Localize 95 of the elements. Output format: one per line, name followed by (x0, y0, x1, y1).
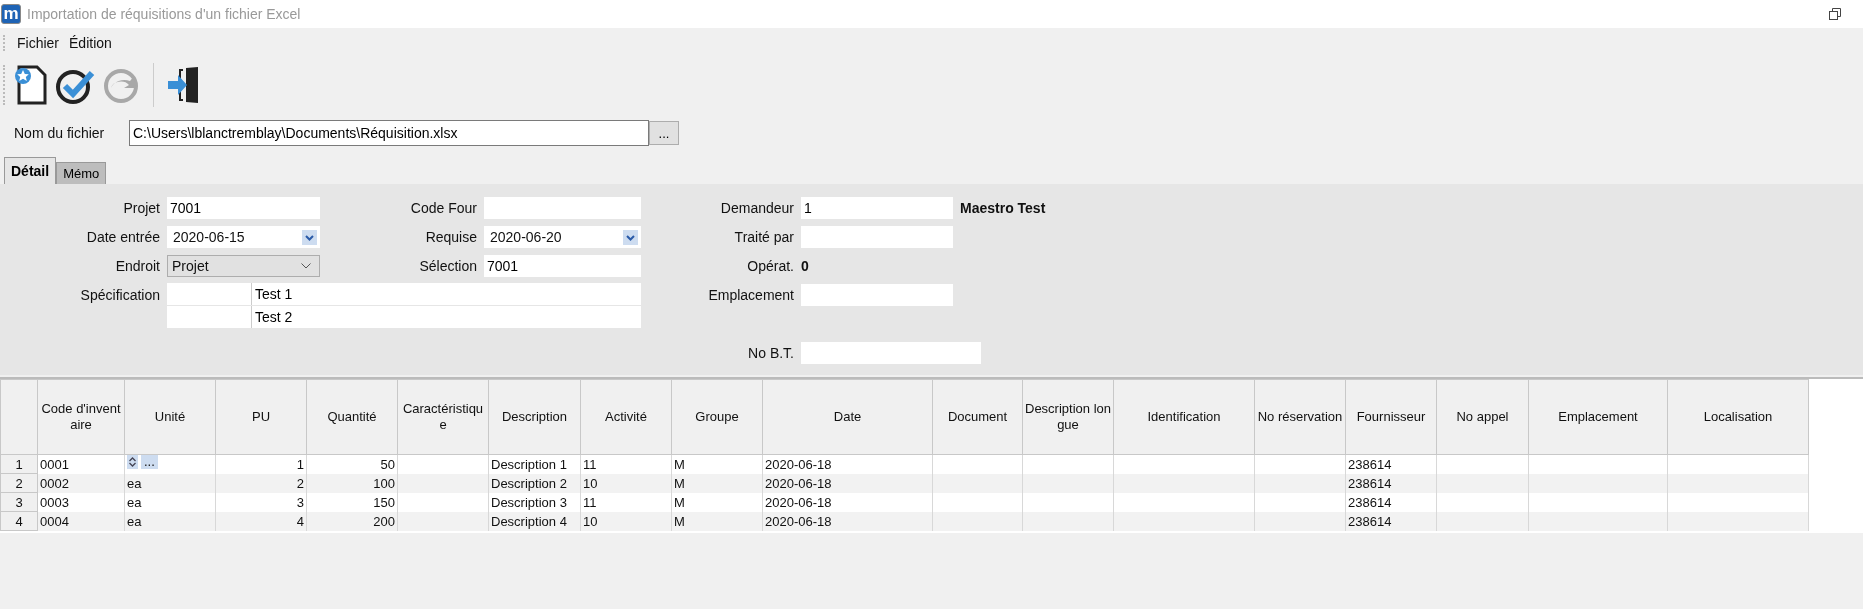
table-cell: 238614 (1345, 454, 1437, 474)
table-cell: ea (124, 473, 216, 493)
column-header[interactable]: PU (215, 379, 307, 455)
new-document-icon[interactable] (13, 64, 49, 106)
table-cell: M (671, 473, 763, 493)
field-label: Code Four (409, 200, 477, 216)
field-label: Opérat. (746, 258, 794, 274)
field-label: Date entrée (85, 229, 160, 245)
table-cell: 200 (306, 511, 398, 531)
selection-field[interactable]: 7001 (484, 255, 641, 277)
table-cell: ea (124, 511, 216, 531)
specification-code-field[interactable] (167, 306, 252, 328)
field-label: Requise (424, 229, 477, 245)
processed-by-field[interactable] (801, 226, 953, 248)
table-cell: 150 (306, 492, 398, 512)
table-cell: 0001 (37, 454, 125, 474)
column-header[interactable]: Unité (124, 379, 216, 455)
file-name-label: Nom du fichier (13, 125, 106, 141)
field-label: Sélection (418, 258, 477, 274)
column-header[interactable]: Date (762, 379, 933, 455)
field-label: Endroit (114, 258, 160, 274)
field-label: No B.T. (747, 345, 794, 361)
table-cell: 2 (215, 473, 307, 493)
table-cell: 11 (580, 454, 672, 474)
column-header[interactable]: Groupe (671, 379, 763, 455)
requester-name: Maestro Test (960, 200, 1047, 216)
table-cell: 2020-06-18 (762, 492, 933, 512)
field-label: Projet (122, 200, 160, 216)
table-cell: 238614 (1345, 511, 1437, 531)
field-label: Demandeur (719, 200, 794, 216)
tab[interactable]: Détail (4, 157, 57, 184)
table-cell: 0002 (37, 473, 125, 493)
window-title: Importation de réquisitions d'un fichier Excel (27, 6, 301, 22)
table-cell: M (671, 454, 763, 474)
table-cell: Description 4 (488, 511, 581, 531)
unit-cell-editor[interactable]: ... (124, 454, 216, 474)
column-header[interactable]: Localisation (1667, 379, 1809, 455)
ellipsis-button[interactable]: ... (141, 455, 158, 470)
table-cell: M (671, 511, 763, 531)
table-cell: 11 (580, 492, 672, 512)
table-cell: 2020-06-18 (762, 511, 933, 531)
table-cell: Description 2 (488, 473, 581, 493)
column-header[interactable]: Quantité (306, 379, 398, 455)
tab[interactable]: Mémo (56, 162, 107, 184)
column-header[interactable]: Caractéristique (397, 379, 489, 455)
supplier-code-field[interactable] (484, 197, 641, 219)
table-cell: Description 3 (488, 492, 581, 512)
specification-code-field[interactable] (167, 283, 252, 305)
table-cell: M (671, 492, 763, 512)
specification-field[interactable]: Test 2 (252, 306, 641, 328)
table-cell: 2020-06-18 (762, 473, 933, 493)
restore-icon[interactable] (1829, 8, 1841, 20)
column-header[interactable]: Code d'inventaire (37, 379, 125, 455)
table-cell: 10 (580, 511, 672, 531)
chevron-down-icon (301, 263, 311, 269)
browse-button[interactable]: ... (649, 121, 679, 145)
table-cell: 238614 (1345, 492, 1437, 512)
menu-item[interactable]: Édition (69, 35, 112, 51)
table-cell: 100 (306, 473, 398, 493)
project-field[interactable]: 7001 (167, 197, 320, 219)
operation-value: 0 (801, 258, 810, 274)
table-cell: 0004 (37, 511, 125, 531)
work-order-field[interactable] (801, 342, 981, 364)
location-field[interactable] (801, 284, 953, 306)
column-header[interactable]: Emplacement (1528, 379, 1668, 455)
table-cell: ea (124, 492, 216, 512)
spinner-icon[interactable] (127, 455, 138, 470)
table-cell: 4 (215, 511, 307, 531)
location-dropdown[interactable]: Projet (167, 255, 320, 277)
menu-item[interactable]: Fichier (17, 35, 59, 51)
column-header[interactable]: Description longue (1022, 379, 1114, 455)
table-cell: 1 (215, 454, 307, 474)
field-label: Emplacement (707, 287, 794, 303)
required-date-picker[interactable]: 2020-06-20 (484, 226, 641, 248)
file-path-field[interactable]: C:\Users\lblanctremblay\Documents\Réquisition.xlsx (129, 120, 649, 146)
column-header[interactable]: No réservation (1254, 379, 1346, 455)
table-cell: 50 (306, 454, 398, 474)
requester-field[interactable]: 1 (801, 197, 953, 219)
table-cell: 0003 (37, 492, 125, 512)
specification-field[interactable]: Test 1 (252, 283, 641, 305)
column-header[interactable]: Description (488, 379, 581, 455)
app-logo-icon: m (1, 4, 21, 24)
table-cell: 10 (580, 473, 672, 493)
table-cell: 2020-06-18 (762, 454, 933, 474)
column-header[interactable]: Document (932, 379, 1023, 455)
field-label: Spécification (79, 287, 160, 303)
column-header[interactable]: Activité (580, 379, 672, 455)
entry-date-picker[interactable]: 2020-06-15 (167, 226, 320, 248)
table-cell: 3 (215, 492, 307, 512)
column-header[interactable]: Identification (1113, 379, 1255, 455)
table-cell: 238614 (1345, 473, 1437, 493)
field-label: Traité par (733, 229, 794, 245)
table-cell: Description 1 (488, 454, 581, 474)
column-header[interactable]: Fournisseur (1345, 379, 1437, 455)
column-header[interactable]: No appel (1436, 379, 1529, 455)
